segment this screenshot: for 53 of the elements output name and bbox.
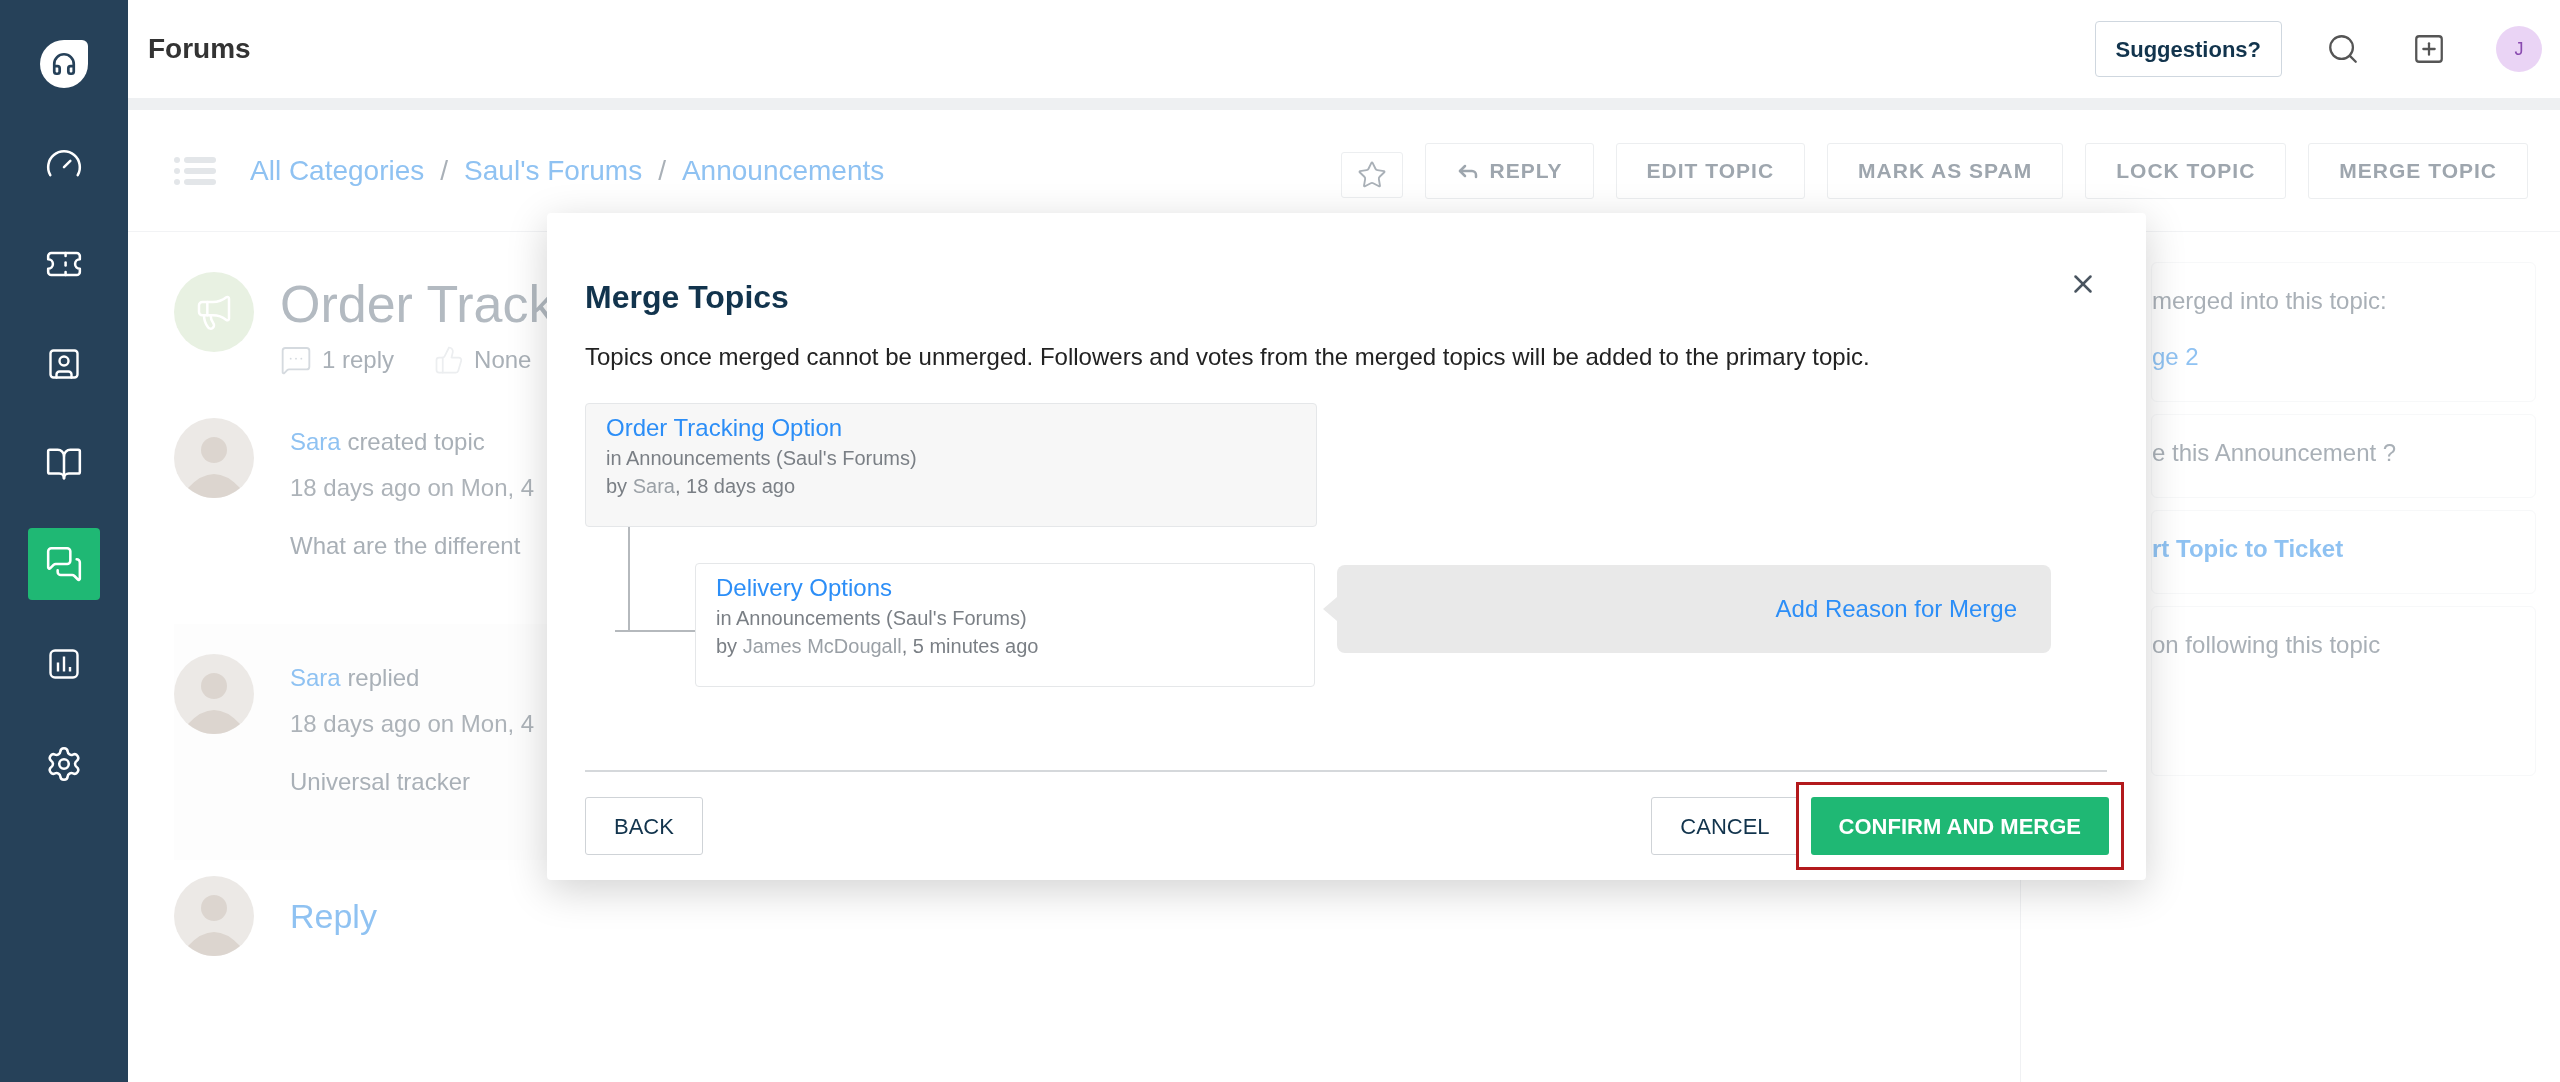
star-button[interactable] (1340, 151, 1403, 198)
post-header: Sara replied (290, 663, 421, 693)
breadcrumb-separator: / (440, 153, 449, 188)
avatar-icon (174, 418, 254, 498)
page-title: Forums (148, 32, 251, 66)
info-text: e this Announcement ? (2152, 438, 2398, 468)
author-line: by James McDougall, 5 minutes ago (716, 634, 1040, 659)
toolbar-button[interactable]: MARK AS SPAM (1827, 142, 2064, 199)
topic-title: Order Track (280, 274, 555, 335)
breadcrumb-link[interactable]: Announcements (681, 149, 885, 192)
topic-title-link[interactable]: Delivery Options (716, 572, 1294, 604)
dialog-description: Topics once merged cannot be unmerged. Followers and votes from the merged topics will be added to the primary topic. (585, 342, 1871, 372)
author-line: by Sara, 18 days ago (606, 474, 797, 499)
toolbar-button[interactable]: MERGE TOPIC (2308, 142, 2528, 199)
star-icon (1356, 159, 1387, 190)
post-time: 18 days ago on Mon, 4 (290, 473, 535, 503)
confirm-merge-button[interactable]: CONFIRM AND MERGE (1810, 797, 2109, 855)
reply-count: 1 reply (322, 345, 395, 375)
cancel-button[interactable]: CANCEL (1651, 797, 1799, 855)
toolbar-button[interactable]: LOCK TOPIC (2085, 142, 2287, 199)
suggestions-button[interactable]: Suggestions? (2094, 21, 2282, 77)
back-button[interactable]: BACK (585, 797, 703, 855)
post-header: Sara created topic (290, 427, 486, 457)
dialog-title: Merge Topics (585, 278, 789, 317)
add-reason-link[interactable]: Add Reason for Merge (1775, 591, 2017, 627)
breadcrumb-link[interactable]: Saul's Forums (464, 149, 643, 192)
search-icon[interactable] (2326, 32, 2360, 66)
contact-icon[interactable] (46, 346, 82, 382)
post-time: 18 days ago on Mon, 4 (290, 709, 535, 739)
breadcrumb-separator: / (658, 153, 666, 188)
convert-link[interactable]: rt Topic to Ticket (2152, 531, 2535, 567)
topic-location: in Announcements (Saul's Forums) (716, 606, 1028, 631)
toolbar-button[interactable]: EDIT TOPIC (1615, 142, 1806, 199)
info-text: merged into this topic: (2152, 286, 2388, 316)
headset-logo-icon[interactable] (40, 40, 88, 88)
user-avatar[interactable]: J (2496, 26, 2542, 72)
avatar-icon (174, 654, 254, 734)
topic-link[interactable]: ge 2 (2152, 339, 2535, 375)
topic-title-link[interactable]: Order Tracking Option (606, 412, 1296, 444)
chat-icon[interactable] (45, 545, 83, 583)
chart-icon[interactable] (46, 646, 82, 682)
breadcrumb-link[interactable]: All Categories (250, 149, 425, 192)
post-body: What are the different (290, 531, 522, 561)
reply-prompt[interactable]: Reply (290, 890, 377, 942)
comments-icon (280, 344, 312, 376)
topic-location: in Announcements (Saul's Forums) (606, 446, 918, 471)
add-icon[interactable] (2412, 32, 2446, 66)
vote-count: None (474, 345, 532, 375)
info-text: on following this topic (2152, 630, 2382, 660)
post-body: Universal tracker (290, 767, 472, 797)
avatar-icon (174, 876, 254, 956)
settings-icon[interactable] (45, 745, 83, 783)
toolbar-button[interactable]: REPLY (1424, 142, 1594, 199)
